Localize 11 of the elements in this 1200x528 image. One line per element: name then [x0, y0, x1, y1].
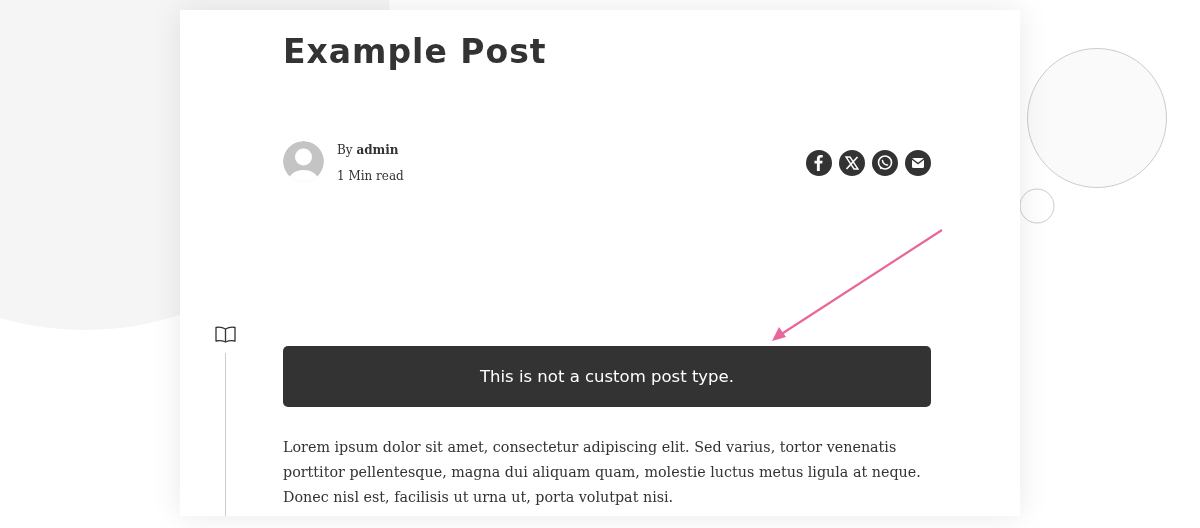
avatar-icon: [283, 141, 324, 182]
read-time: 1 Min read: [337, 168, 404, 185]
post-body: Lorem ipsum dolor sit amet, consectetur adipiscing elit. Sed varius, tortor venenatis porttitor pellentesque, magna dui aliquam quam, molestie luctus metus ligula at neque. Donec nisl est, facilisis ut urna ut, porta volutpat nisi.: [283, 438, 922, 507]
whatsapp-icon[interactable]: [872, 150, 898, 176]
x-logo-icon[interactable]: [839, 150, 865, 176]
post-title: Example Post: [283, 31, 548, 72]
notice-banner: This is not a custom post type.: [283, 346, 931, 407]
book-icon: [214, 326, 236, 343]
author-byline: By admin: [337, 142, 400, 159]
email-icon[interactable]: [905, 150, 931, 176]
facebook-icon[interactable]: [806, 150, 832, 176]
